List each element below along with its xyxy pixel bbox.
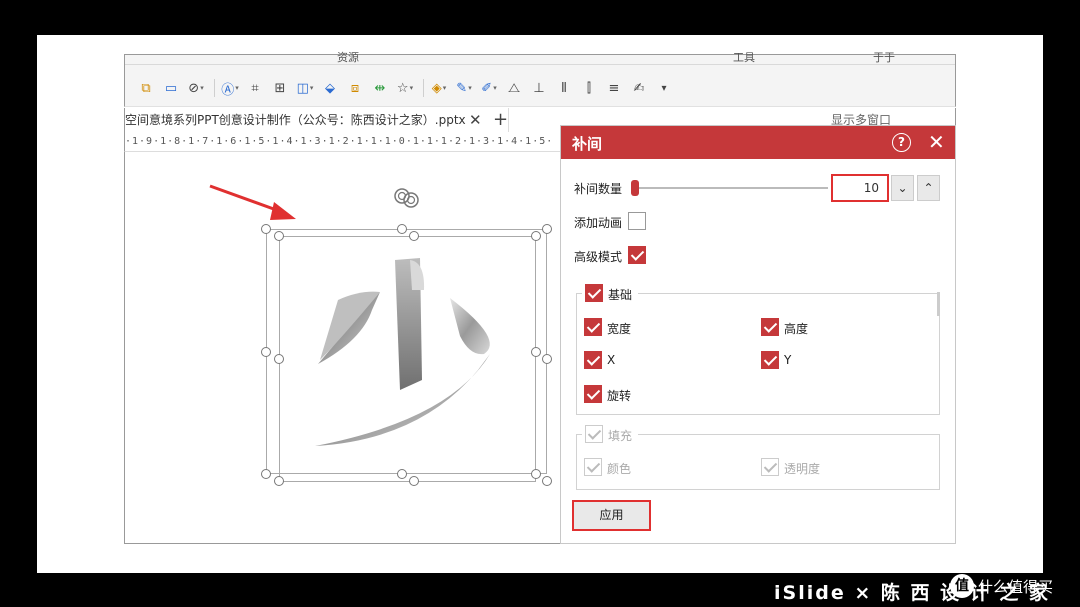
tween-dialog: 补间 ? ✕ 补间数量 10 ⌄ ⌃ 添加动画 高级模式 基础 宽度 高度 X …	[560, 125, 956, 544]
ribbon-group-label-tools: 工具	[733, 51, 755, 64]
stroke-left-shadow	[320, 291, 380, 360]
resize-handle[interactable]	[261, 224, 271, 234]
chevron-up-icon: ⌃	[923, 181, 934, 195]
toolbar-separator	[423, 79, 424, 97]
help-icon[interactable]: ?	[892, 133, 911, 152]
distribute-icon[interactable]: ⇹	[369, 77, 391, 99]
brush-icon[interactable]: ✍	[628, 77, 650, 99]
resize-handle[interactable]	[274, 476, 284, 486]
text-box-icon[interactable]: Ⓐ	[219, 77, 241, 99]
apply-button[interactable]: 应用	[572, 500, 651, 531]
fill-group-checkbox[interactable]	[585, 425, 603, 443]
watermark-text: 什么值得买	[978, 577, 1054, 596]
align-vertical-icon[interactable]: ⫴	[553, 77, 575, 99]
advanced-mode-checkbox[interactable]	[628, 246, 646, 264]
resize-handle[interactable]	[261, 347, 271, 357]
resize-handle[interactable]	[531, 231, 541, 241]
x-label: X	[607, 353, 616, 367]
fill-bucket-icon[interactable]: ◈	[428, 77, 450, 99]
tween-count-slider[interactable]	[633, 187, 828, 189]
crop-frame-icon[interactable]: ⌗	[244, 77, 266, 99]
tab-close-icon[interactable]: ✕	[469, 111, 482, 129]
close-icon[interactable]: ✕	[928, 130, 945, 154]
x-checkbox[interactable]	[584, 351, 602, 369]
ribbon-group-label-resources: 资源	[337, 51, 359, 64]
dialog-header: 补间 ? ✕	[561, 126, 955, 159]
fill-group-header: 填充	[582, 423, 638, 445]
document-tab[interactable]: 空间意境系列PPT创意设计制作（公众号：陈西设计之家）.pptx	[125, 108, 509, 132]
spin-up-button[interactable]: ⌃	[917, 175, 940, 201]
ribbon-group-labels: 资源 工具 于于	[125, 51, 955, 65]
more-dropdown-icon[interactable]: ▾	[653, 77, 675, 99]
rotation-label: 旋转	[607, 389, 632, 403]
basic-group-header: 基础	[582, 282, 638, 304]
resize-handle[interactable]	[397, 469, 407, 479]
height-label: 高度	[784, 322, 809, 336]
spin-down-button[interactable]: ⌄	[891, 175, 914, 201]
add-animation-checkbox[interactable]	[628, 212, 646, 230]
watermark: 值 什么值得买	[950, 572, 1076, 600]
stroke-vertical-top	[410, 260, 425, 290]
group-shapes-icon[interactable]: ⧉	[135, 77, 157, 99]
height-checkbox[interactable]	[761, 318, 779, 336]
resize-handle[interactable]	[409, 231, 419, 241]
horizontal-ruler: ·1·9·1·8·1·7·1·6·1·5·1·4·1·3·1·2·1·1·1·0…	[124, 132, 560, 152]
group-scrollbar[interactable]	[937, 292, 940, 316]
toolbar-separator	[214, 79, 215, 97]
rectangle-icon[interactable]: ▭	[160, 77, 182, 99]
character-shape[interactable]	[300, 250, 520, 460]
resize-handle[interactable]	[261, 469, 271, 479]
tween-count-input[interactable]: 10	[831, 174, 889, 202]
distribute-horizontal-icon[interactable]: ⫿	[578, 77, 600, 99]
basic-group-checkbox[interactable]	[585, 284, 603, 302]
resize-handle[interactable]	[531, 347, 541, 357]
resize-handle[interactable]	[409, 476, 419, 486]
shape-union-icon[interactable]: ◫	[294, 77, 316, 99]
resize-handle[interactable]	[531, 469, 541, 479]
shape-mask-icon[interactable]: ⊘	[185, 77, 207, 99]
advanced-mode-label: 高级模式	[574, 250, 623, 264]
fill-group-title: 填充	[608, 429, 633, 443]
tween-count-label: 补间数量	[574, 182, 623, 196]
ribbon-toolbar: 资源 工具 于于 ⧉ ▭ ⊘ Ⓐ ⌗ ⊞ ◫ ⬙ ⧈ ⇹ ☆ ◈ ✎ ✐ ⧍ ⊥…	[124, 51, 956, 107]
rotate-handle-icon[interactable]	[392, 186, 422, 210]
resize-handle[interactable]	[274, 231, 284, 241]
align-center-icon[interactable]: ⊥	[528, 77, 550, 99]
arrange-icon[interactable]: ⧈	[344, 77, 366, 99]
align-grid-icon[interactable]: ⊞	[269, 77, 291, 99]
star-icon[interactable]: ☆	[394, 77, 416, 99]
ribbon-icon-row: ⧉ ▭ ⊘ Ⓐ ⌗ ⊞ ◫ ⬙ ⧈ ⇹ ☆ ◈ ✎ ✐ ⧍ ⊥ ⫴ ⫿ ≡ ✍ …	[135, 77, 678, 99]
ribbon-group-label-other: 于于	[873, 51, 895, 64]
y-checkbox[interactable]	[761, 351, 779, 369]
tween-count-slider-thumb[interactable]	[631, 180, 639, 196]
y-label: Y	[784, 353, 792, 367]
tab-add-icon[interactable]: +	[493, 109, 508, 130]
color-label: 颜色	[607, 462, 632, 476]
watermark-logo: 值	[950, 574, 974, 598]
basic-group-title: 基础	[608, 288, 633, 302]
rotation-checkbox[interactable]	[584, 385, 602, 403]
resize-handle[interactable]	[542, 354, 552, 364]
document-tab-title: 空间意境系列PPT创意设计制作（公众号：陈西设计之家）.pptx	[125, 113, 466, 127]
stroke-right	[450, 298, 490, 355]
resize-handle[interactable]	[274, 354, 284, 364]
annotation-arrow-icon	[209, 184, 296, 220]
opacity-label: 透明度	[784, 462, 821, 476]
fill-paint-icon[interactable]: ⬙	[319, 77, 341, 99]
tween-icon[interactable]: ⧍	[503, 77, 525, 99]
shadow-icon[interactable]: ✐	[478, 77, 500, 99]
resize-handle[interactable]	[542, 224, 552, 234]
resize-handle[interactable]	[542, 476, 552, 486]
add-animation-label: 添加动画	[574, 216, 623, 230]
resize-handle[interactable]	[397, 224, 407, 234]
dialog-title: 补间	[572, 135, 603, 153]
color-checkbox[interactable]	[584, 458, 602, 476]
width-checkbox[interactable]	[584, 318, 602, 336]
width-label: 宽度	[607, 322, 632, 336]
opacity-checkbox[interactable]	[761, 458, 779, 476]
chevron-down-icon: ⌄	[897, 181, 908, 195]
align-top-icon[interactable]: ≡	[603, 77, 625, 99]
line-color-icon[interactable]: ✎	[453, 77, 475, 99]
